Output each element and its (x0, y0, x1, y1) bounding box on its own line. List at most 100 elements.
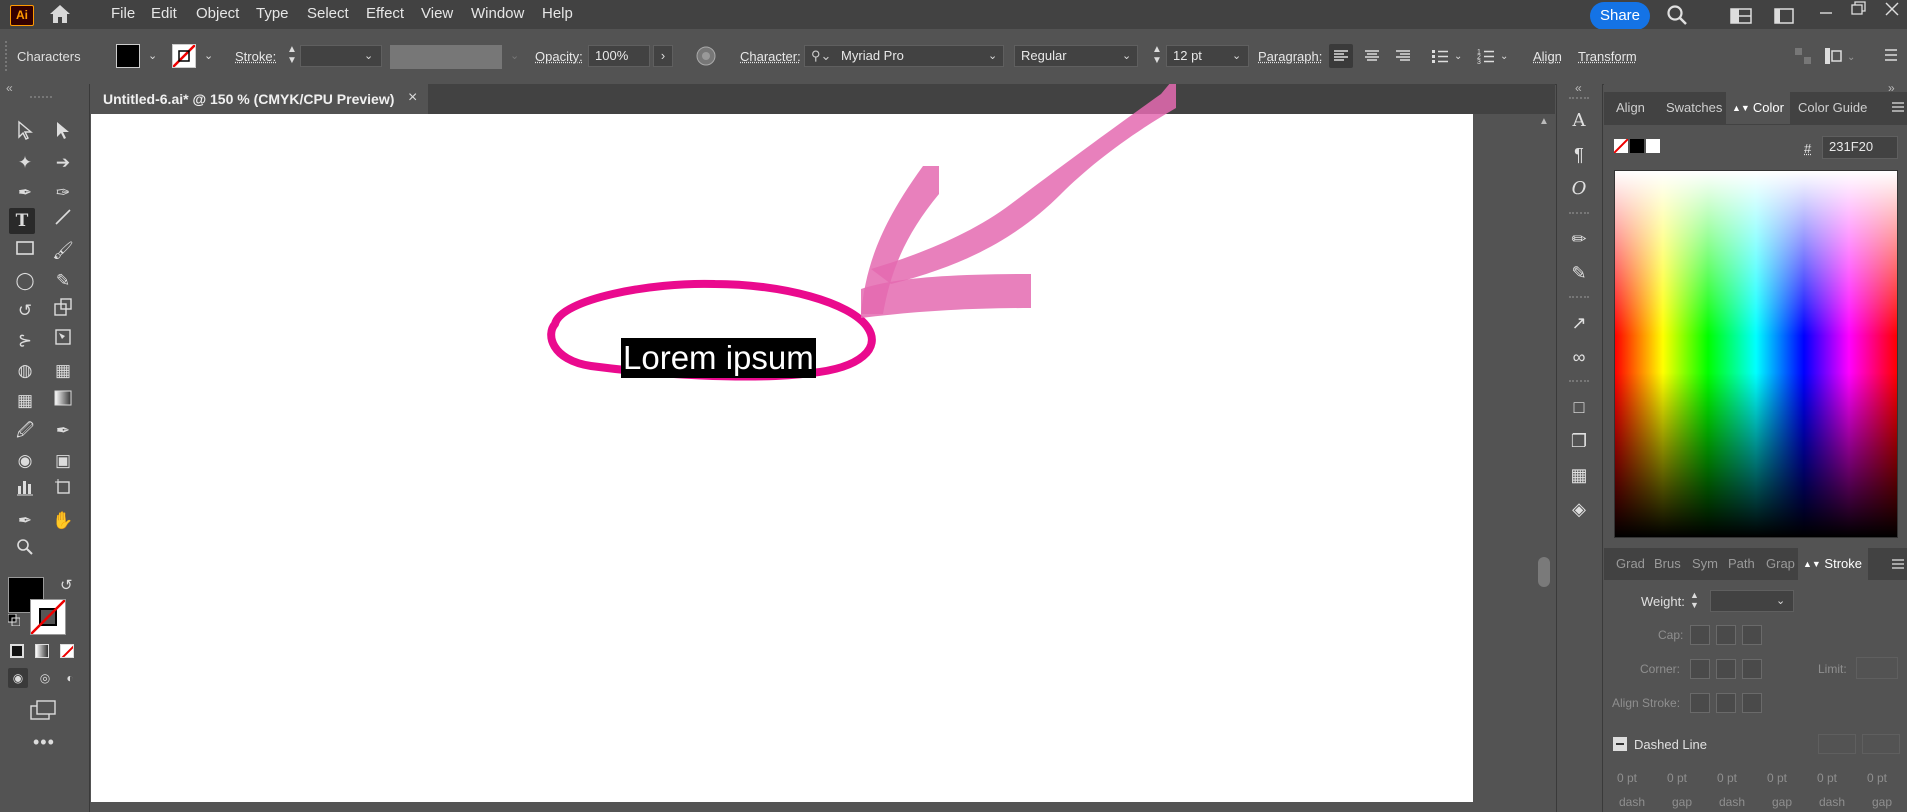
screen-mode-icon[interactable] (30, 700, 58, 725)
weight-stepper[interactable]: ▲ ▼ (1690, 590, 1699, 610)
none-swatch[interactable] (1614, 139, 1628, 153)
stroke-color-box[interactable] (30, 599, 66, 635)
menu-select[interactable]: Select (307, 0, 349, 29)
mesh-tool-icon[interactable]: ▦ (12, 388, 38, 414)
paragraph-styles-icon[interactable]: ✎ (1568, 262, 1590, 284)
home-icon[interactable] (48, 3, 72, 25)
align-stroke-center-icon[interactable] (1690, 693, 1710, 713)
tab-brushes[interactable]: Brus (1654, 548, 1681, 580)
opacity-field[interactable]: 100% (588, 45, 650, 67)
swap-fill-stroke-icon[interactable]: ↺ (60, 576, 73, 594)
edit-toolbar-more-icon[interactable]: ••• (33, 732, 55, 753)
menu-help[interactable]: Help (542, 0, 573, 29)
menu-window[interactable]: Window (471, 0, 524, 29)
dash-field-3[interactable]: 0 pt (1817, 771, 1837, 785)
stroke-weight-chevron-icon[interactable]: ⌄ (364, 49, 373, 62)
font-style-chevron-icon[interactable]: ⌄ (1122, 49, 1131, 62)
canvas-vertical-scrollbar[interactable]: ▲ (1532, 114, 1556, 812)
limit-field[interactable] (1856, 657, 1898, 679)
stroke-dropdown-chevron-icon[interactable]: ⌄ (204, 49, 213, 62)
hand-tool-icon[interactable]: ✋ (50, 508, 76, 534)
workspace-switcher-icon[interactable] (1730, 8, 1752, 27)
menu-view[interactable]: View (421, 0, 453, 29)
line-segment-tool-icon[interactable] (50, 208, 76, 234)
tab-symbols[interactable]: Sym (1692, 548, 1718, 580)
color-mode-icon[interactable] (10, 644, 24, 658)
arrange-icon[interactable] (1793, 46, 1813, 69)
zoom-tool-icon[interactable] (12, 538, 38, 564)
magic-wand-tool-icon[interactable]: ✦ (12, 150, 38, 176)
rectangle-tool-icon[interactable] (12, 238, 38, 264)
white-swatch[interactable] (1646, 139, 1660, 153)
selected-text-lorem-ipsum[interactable]: Lorem ipsum (621, 338, 816, 378)
tab-color[interactable]: ▲▼ Color (1726, 92, 1790, 124)
perspective-grid-tool-icon[interactable]: ▦ (50, 358, 76, 384)
slice-tool-icon[interactable]: ✒ (12, 508, 38, 534)
gradient-mode-icon[interactable] (35, 644, 49, 658)
shaper-tool-icon[interactable]: ◯ (12, 268, 38, 294)
artboard-tool-icon[interactable] (50, 478, 76, 504)
eraser-tool-icon[interactable]: ✎ (50, 268, 76, 294)
align-link[interactable]: Align (1533, 49, 1562, 64)
tab-swatches[interactable]: Swatches (1666, 92, 1722, 124)
arrange-documents-icon[interactable] (1774, 8, 1794, 27)
paintbrush-tool-icon[interactable]: 🖌 (50, 238, 76, 264)
search-icon[interactable] (1666, 4, 1688, 29)
tab-pathfinder[interactable]: Path (1728, 548, 1755, 580)
free-transform-tool-icon[interactable] (50, 328, 76, 354)
projecting-cap-icon[interactable] (1742, 625, 1762, 645)
variable-width-profile[interactable] (390, 45, 502, 69)
tab-stroke[interactable]: ▲▼ Stroke (1798, 548, 1868, 580)
font-size-stepper[interactable]: ▲ ▼ (1152, 44, 1162, 66)
recolor-artwork-icon[interactable] (695, 45, 717, 70)
menu-edit[interactable]: Edit (151, 0, 177, 29)
none-mode-icon[interactable] (60, 644, 74, 658)
menu-type[interactable]: Type (256, 0, 289, 29)
toolbar-collapse-icon[interactable]: « (6, 81, 13, 95)
curvature-tool-icon[interactable]: ✑ (50, 180, 76, 206)
width-tool-icon[interactable]: ⊱ (12, 328, 38, 354)
butt-cap-icon[interactable] (1690, 625, 1710, 645)
dash-field-2[interactable]: 0 pt (1717, 771, 1737, 785)
menu-object[interactable]: Object (196, 0, 239, 29)
restore-icon[interactable] (1851, 1, 1867, 18)
miter-join-icon[interactable] (1690, 659, 1710, 679)
tab-gradient[interactable]: Grad (1616, 548, 1645, 580)
bevel-join-icon[interactable] (1742, 659, 1762, 679)
hex-color-field[interactable]: 231F20 (1822, 136, 1898, 159)
color-panel-menu-icon[interactable] (1891, 100, 1905, 117)
opentype-panel-icon[interactable]: O (1568, 178, 1590, 200)
fill-dropdown-chevron-icon[interactable]: ⌄ (148, 49, 157, 62)
fill-swatch[interactable] (116, 44, 140, 68)
paragraph-panel-icon[interactable]: ¶ (1568, 144, 1590, 166)
tab-color-guide[interactable]: Color Guide (1798, 92, 1867, 124)
dash-field-1[interactable]: 0 pt (1617, 771, 1637, 785)
type-tool-icon[interactable]: T (9, 208, 35, 234)
shape-builder-tool-icon[interactable]: ◍ (12, 358, 38, 384)
round-join-icon[interactable] (1716, 659, 1736, 679)
stroke-none-swatch[interactable] (172, 44, 196, 68)
font-size-chevron-icon[interactable]: ⌄ (1232, 49, 1241, 62)
preserve-dash-icon[interactable] (1818, 734, 1856, 754)
pen-tool-icon[interactable]: ✒ (12, 180, 38, 206)
font-family-chevron-icon[interactable]: ⌄ (988, 49, 997, 62)
selection-tool-icon[interactable] (12, 120, 38, 146)
layers-icon[interactable]: ◈ (1568, 498, 1590, 520)
eyedropper-tool-icon[interactable]: 🖉 (12, 418, 38, 444)
tab-graphic-styles[interactable]: Grap (1766, 548, 1795, 580)
align-stroke-inside-icon[interactable] (1716, 693, 1736, 713)
color-spectrum[interactable] (1614, 170, 1898, 538)
font-style-field[interactable]: Regular (1014, 45, 1138, 67)
symbol-sprayer-tool-icon[interactable]: ▣ (50, 448, 76, 474)
pathfinder-icon[interactable]: ❐ (1568, 430, 1590, 452)
black-swatch[interactable] (1630, 139, 1644, 153)
character-panel-icon[interactable]: A (1568, 110, 1590, 132)
links-icon[interactable]: ∞ (1568, 346, 1590, 368)
gap-field-2[interactable]: 0 pt (1767, 771, 1787, 785)
draw-normal-icon[interactable]: ◉ (8, 668, 28, 688)
lasso-tool-icon[interactable]: ➔ (50, 150, 76, 176)
rotate-tool-icon[interactable]: ↺ (12, 298, 38, 324)
align-stroke-outside-icon[interactable] (1742, 693, 1762, 713)
transform-link[interactable]: Transform (1578, 49, 1637, 64)
artboards-panel-icon[interactable]: ▦ (1568, 464, 1590, 486)
